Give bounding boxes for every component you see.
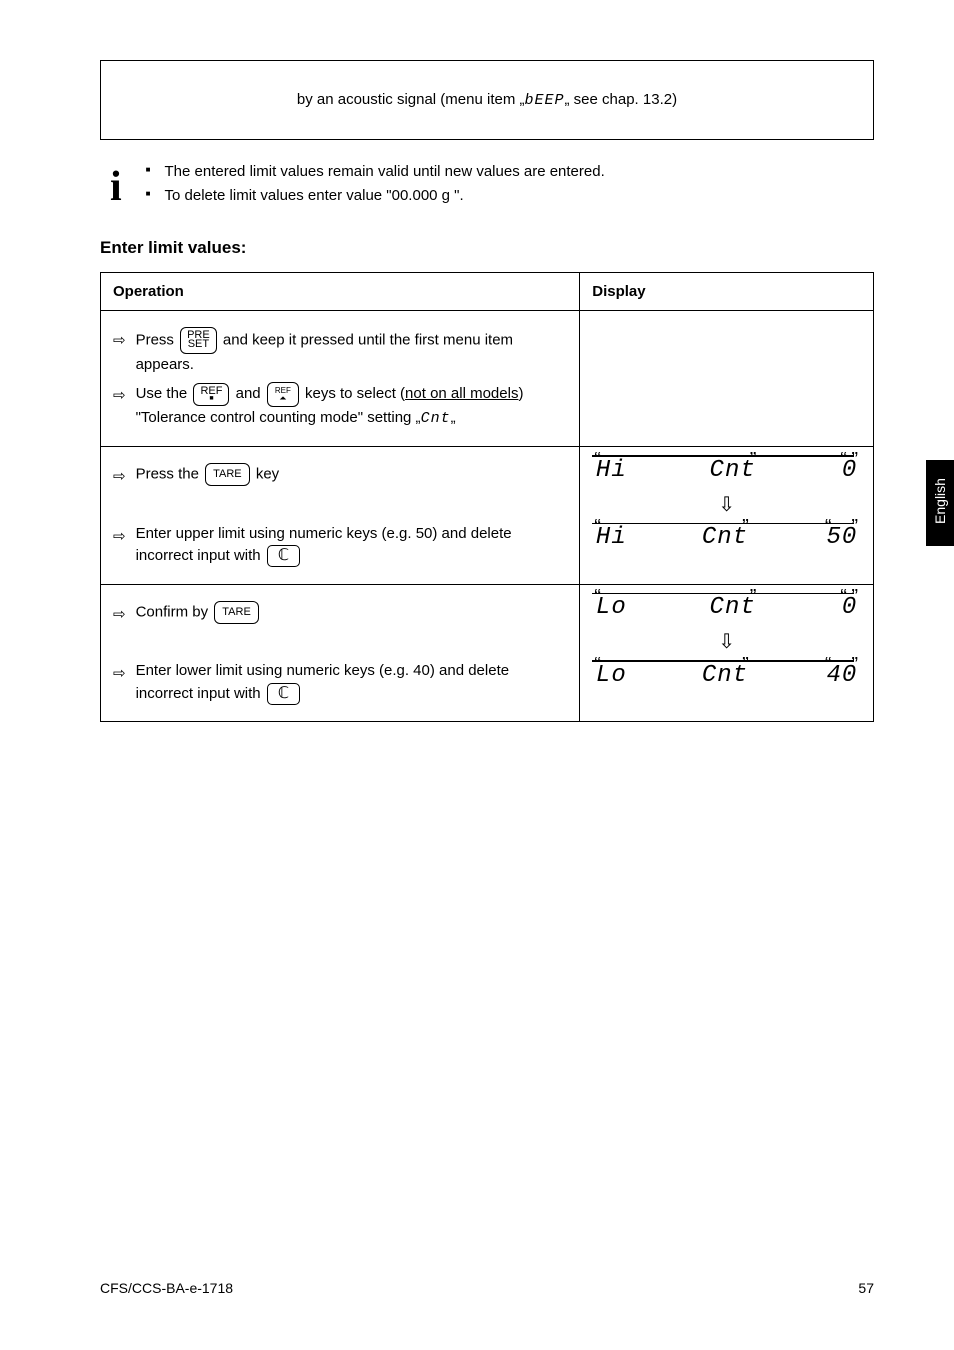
table-row: ⇨ Confirm by TARE ⇨ Enter lower limit us…	[101, 584, 874, 722]
arrow-icon: ⇨	[113, 330, 126, 353]
table-row: ⇨ Press the TARE key ⇨ Enter upper limit…	[101, 447, 874, 585]
display-cell-empty	[580, 311, 874, 447]
section-heading: Enter limit values:	[100, 238, 874, 258]
arrow-icon: ⇨	[113, 604, 126, 627]
arrow-icon: ⇨	[113, 526, 126, 549]
col-operation-header: Operation	[101, 273, 580, 311]
down-arrow-icon: ⇩	[590, 629, 863, 654]
note-seg: bEEP	[525, 92, 565, 109]
info-bullet-2: ■ To delete limit values enter value "00…	[146, 184, 605, 208]
arrow-icon: ⇨	[113, 385, 126, 408]
step-text: Enter lower limit using numeric keys (e.…	[136, 660, 568, 705]
footer-page-number: 57	[858, 1280, 874, 1296]
clear-button: ℂ	[267, 683, 300, 705]
tare-button: TARE	[214, 601, 259, 624]
bullet-icon: ■	[146, 160, 151, 184]
acoustic-signal-note: by an acoustic signal (menu item „bEEP„ …	[100, 60, 874, 140]
step-text: Confirm by TARE	[136, 601, 261, 624]
step-text: Enter upper limit using numeric keys (e.…	[136, 523, 568, 568]
ref-up-button: REF ⏶	[267, 382, 299, 406]
info-bullet-1: ■ The entered limit values remain valid …	[146, 160, 605, 184]
language-tab: English	[926, 460, 954, 546]
step-text: Press the TARE key	[136, 463, 280, 486]
ref-button: REF ■	[193, 383, 229, 406]
arrow-icon: ⇨	[113, 663, 126, 686]
note-text-b: „ see chap. 13.2)	[565, 91, 678, 108]
display-cell: “Hi Cnt” “0” ⇩ “Hi Cnt” “50”	[580, 447, 874, 585]
step-text: Use the REF ■ and REF ⏶	[136, 382, 568, 430]
display-cell: “Lo Cnt” “0” ⇩ “Lo Cnt” “40”	[580, 584, 874, 722]
down-arrow-icon: ⇩	[590, 492, 863, 517]
tare-button: TARE	[205, 463, 250, 486]
limits-table: Operation Display ⇨ Press PRE SET	[100, 272, 874, 722]
page-footer: CFS/CCS-BA-e-1718 57	[100, 1280, 874, 1296]
table-row: ⇨ Press PRE SET and keep it pressed unti…	[101, 311, 874, 447]
clear-button: ℂ	[267, 545, 300, 567]
bullet-text: The entered limit values remain valid un…	[165, 160, 605, 184]
language-label: English	[932, 470, 948, 532]
bullet-icon: ■	[146, 184, 151, 208]
bullet-text: To delete limit values enter value "00.0…	[165, 184, 464, 208]
info-icon: i	[110, 166, 122, 208]
arrow-icon: ⇨	[113, 466, 126, 489]
step-text: Press PRE SET and keep it pressed until …	[136, 327, 568, 376]
note-text-a: by an acoustic signal (menu item „	[297, 91, 525, 108]
footer-doc-id: CFS/CCS-BA-e-1718	[100, 1280, 233, 1296]
col-display-header: Display	[580, 273, 874, 311]
preset-button: PRE SET	[180, 327, 217, 354]
info-block: i ■ The entered limit values remain vali…	[110, 160, 874, 208]
